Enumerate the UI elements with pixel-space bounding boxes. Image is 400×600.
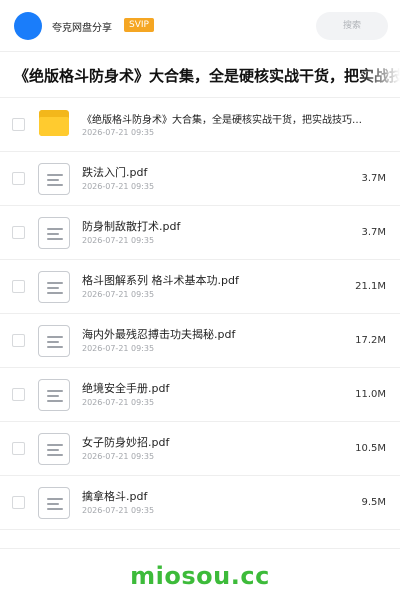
select-checkbox[interactable] <box>12 280 25 293</box>
title-bar: 《绝版格斗防身术》大合集，全是硬核实战干货，把实战技 <box>0 52 400 98</box>
file-row[interactable]: 女子防身妙招.pdf 2026-07-21 09:35 10.5M <box>0 422 400 476</box>
file-row[interactable]: 绝境安全手册.pdf 2026-07-21 09:35 11.0M <box>0 368 400 422</box>
file-size: 3.7M <box>361 173 386 184</box>
file-name[interactable]: 防身制敌散打术.pdf <box>82 218 180 234</box>
file-name[interactable]: 绝境安全手册.pdf <box>82 380 169 396</box>
select-checkbox[interactable] <box>12 496 25 509</box>
file-date: 2026-07-21 09:35 <box>82 290 155 299</box>
file-name[interactable]: 《绝版格斗防身术》大合集，全是硬核实战干货，把实战技巧… <box>82 111 372 126</box>
file-row[interactable]: 跌法入门.pdf 2026-07-21 09:35 3.7M <box>0 152 400 206</box>
document-icon <box>38 325 70 357</box>
select-checkbox[interactable] <box>12 442 25 455</box>
select-checkbox[interactable] <box>12 118 25 131</box>
document-icon <box>38 163 70 195</box>
file-name[interactable]: 擒拿格斗.pdf <box>82 488 147 504</box>
document-icon <box>38 379 70 411</box>
file-size: 3.7M <box>361 227 386 238</box>
file-date: 2026-07-21 09:35 <box>82 236 155 245</box>
file-date: 2026-07-21 09:35 <box>82 506 155 515</box>
select-checkbox[interactable] <box>12 388 25 401</box>
file-name[interactable]: 格斗图解系列 格斗术基本功.pdf <box>82 272 239 288</box>
file-row[interactable]: 擒拿格斗.pdf 2026-07-21 09:35 9.5M <box>0 476 400 530</box>
file-name[interactable]: 女子防身妙招.pdf <box>82 434 169 450</box>
file-size: 17.2M <box>355 335 386 346</box>
file-date: 2026-07-21 09:35 <box>82 452 155 461</box>
select-checkbox[interactable] <box>12 172 25 185</box>
file-date: 2026-07-21 09:35 <box>82 128 155 137</box>
footer-divider <box>0 548 400 549</box>
avatar[interactable] <box>14 12 42 40</box>
file-size: 11.0M <box>355 389 386 400</box>
file-name[interactable]: 海内外最残忍搏击功夫揭秘.pdf <box>82 326 235 342</box>
app-header: 夸克网盘分享 SVIP 搜索 <box>0 0 400 52</box>
title-fade <box>360 52 400 97</box>
folder-row[interactable]: 《绝版格斗防身术》大合集，全是硬核实战干货，把实战技巧… 2026-07-21 0… <box>0 98 400 152</box>
search-input[interactable]: 搜索 <box>316 12 388 40</box>
file-size: 10.5M <box>355 443 386 454</box>
file-row[interactable]: 防身制敌散打术.pdf 2026-07-21 09:35 3.7M <box>0 206 400 260</box>
document-icon <box>38 217 70 249</box>
file-row[interactable]: 海内外最残忍搏击功夫揭秘.pdf 2026-07-21 09:35 17.2M <box>0 314 400 368</box>
file-date: 2026-07-21 09:35 <box>82 182 155 191</box>
file-date: 2026-07-21 09:35 <box>82 344 155 353</box>
file-date: 2026-07-21 09:35 <box>82 398 155 407</box>
brand-name: 夸克网盘分享 <box>52 23 112 34</box>
svip-badge: SVIP <box>124 18 154 32</box>
select-checkbox[interactable] <box>12 226 25 239</box>
document-icon <box>38 487 70 519</box>
file-name[interactable]: 跌法入门.pdf <box>82 164 147 180</box>
document-icon <box>38 433 70 465</box>
file-size: 9.5M <box>361 497 386 508</box>
document-icon <box>38 271 70 303</box>
file-row[interactable]: 格斗图解系列 格斗术基本功.pdf 2026-07-21 09:35 21.1M <box>0 260 400 314</box>
page-title: 《绝版格斗防身术》大合集，全是硬核实战干货，把实战技 <box>14 67 400 85</box>
select-checkbox[interactable] <box>12 334 25 347</box>
folder-icon <box>39 110 69 136</box>
watermark: miosou.cc <box>130 562 270 590</box>
file-size: 21.1M <box>355 281 386 292</box>
